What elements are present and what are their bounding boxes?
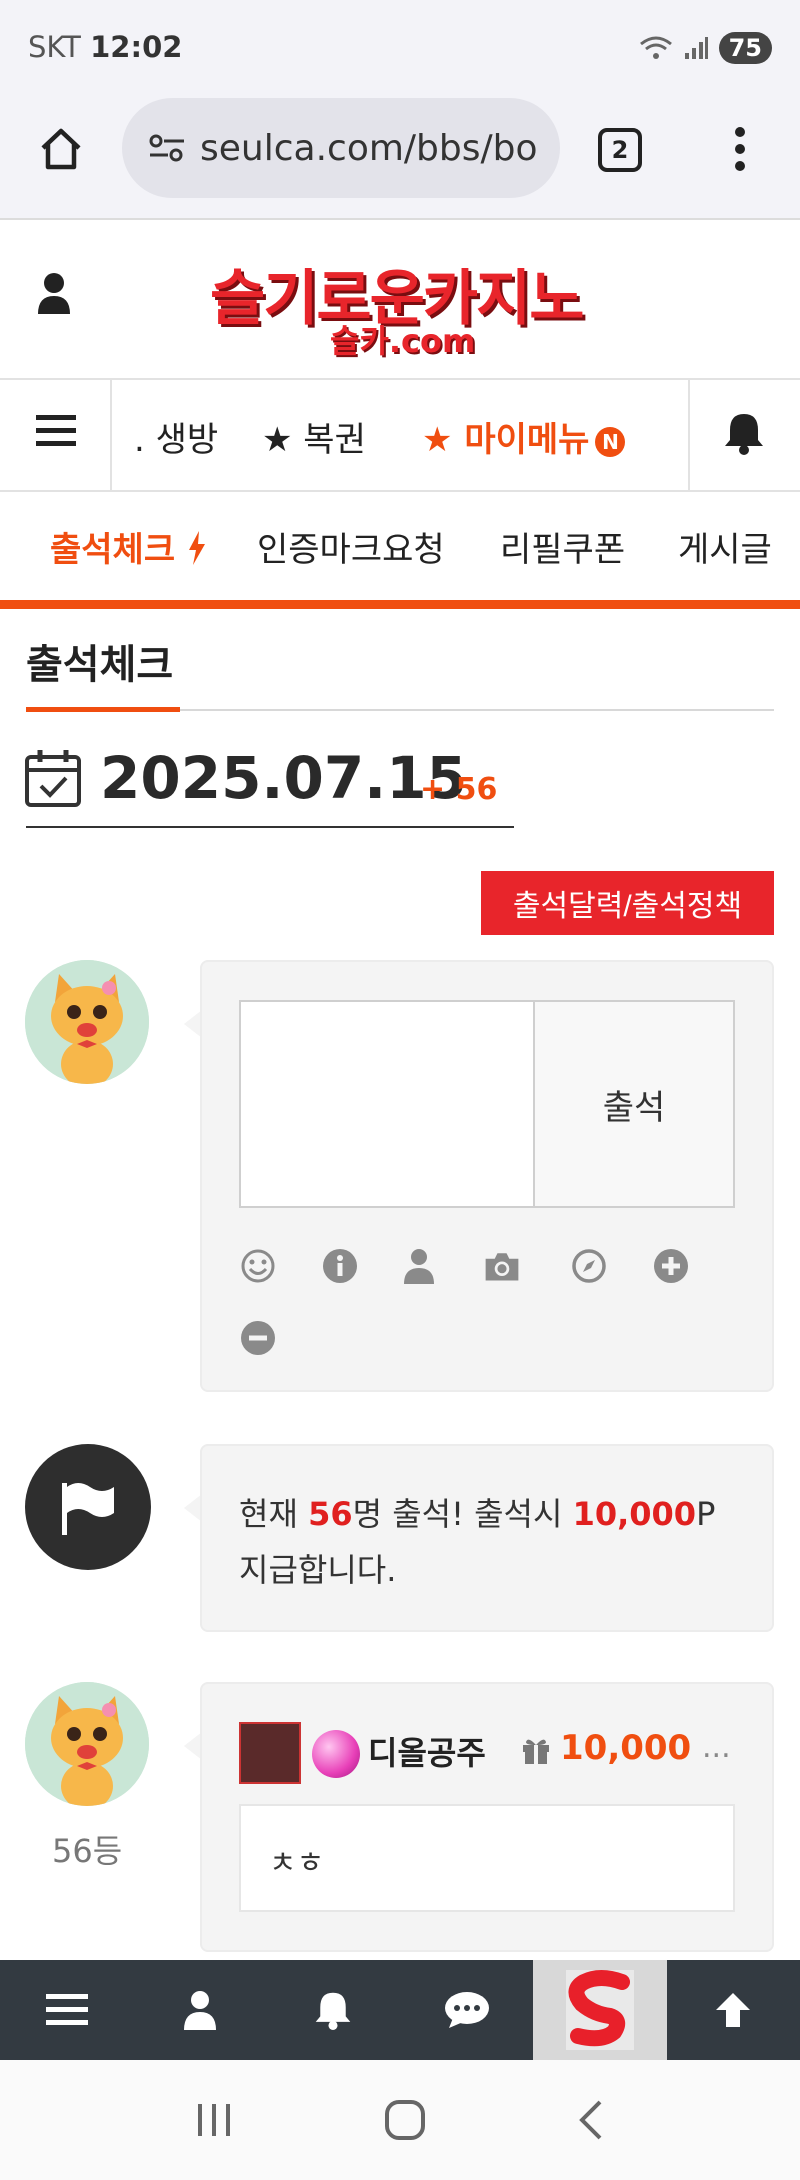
cat-avatar-icon: [25, 960, 149, 1084]
bottom-menu-button[interactable]: [0, 1960, 133, 2060]
status-icons: 75: [639, 28, 772, 68]
nav-item-mymenu[interactable]: ★ 마이메뉴 N: [422, 412, 626, 461]
tab-switcher-button[interactable]: 2: [598, 128, 642, 172]
flag-icon: [62, 1483, 114, 1535]
tabs-accent-line: [0, 600, 800, 609]
tab-attendance[interactable]: 출석체크: [50, 522, 207, 571]
cat-avatar-icon: [25, 1682, 149, 1806]
main-nav: [0, 378, 800, 492]
bottom-notifications-button[interactable]: [267, 1960, 400, 2060]
attendance-date: 2025.07.15: [100, 744, 467, 812]
site-settings-icon[interactable]: [148, 133, 186, 163]
nickname[interactable]: 디올공주: [368, 1728, 486, 1774]
attendance-notice: 현재 56명 출석! 출석시 10,000P 지급합니다.: [239, 1495, 716, 1589]
divider: [110, 380, 112, 490]
signal-icon: [684, 37, 708, 59]
address-bar[interactable]: seulca.com/bbs/bo: [122, 98, 560, 198]
site-logo-sub: 슬카.com: [330, 322, 476, 360]
emoji-icon[interactable]: [238, 1246, 278, 1286]
bottom-logo-button[interactable]: [533, 1960, 667, 2060]
browser-menu-icon[interactable]: [732, 124, 748, 174]
more-options-button[interactable]: ...: [702, 1730, 731, 1765]
tab-posts[interactable]: 게시글: [678, 522, 772, 571]
user-icon: [183, 1991, 216, 2030]
bottom-nav: [0, 1960, 800, 2060]
nav-item-live[interactable]: . 생방: [134, 412, 218, 461]
user-icon[interactable]: [399, 1246, 439, 1286]
gift-icon: [523, 1739, 549, 1764]
arrow-up-icon: [716, 1993, 751, 2027]
new-badge: N: [595, 426, 626, 457]
s-logo-icon: [565, 1970, 634, 2050]
avatar: [25, 1682, 149, 1806]
user-icon[interactable]: [36, 272, 72, 314]
attendance-policy-button[interactable]: 출석달력/출석정책: [481, 871, 774, 935]
avatar: [25, 960, 149, 1084]
title-accent: [26, 707, 180, 712]
tab-refill-coupon[interactable]: 리필쿠폰: [500, 522, 625, 571]
status-carrier: SKT 12:02: [28, 30, 183, 64]
recent-apps-icon[interactable]: [194, 2100, 234, 2140]
url-text: seulca.com/bbs/bo: [200, 127, 538, 169]
system-nav: [0, 2060, 800, 2180]
entry-comment: ㅊㅎ: [239, 1804, 735, 1912]
info-icon[interactable]: [320, 1246, 360, 1286]
back-icon[interactable]: [576, 2098, 606, 2142]
plus-circle-icon[interactable]: [651, 1246, 691, 1286]
battery-indicator: 75: [718, 32, 772, 64]
bottom-chat-button[interactable]: [400, 1960, 533, 2060]
hamburger-menu-icon: [45, 1994, 88, 2025]
wifi-icon: [639, 36, 672, 59]
calendar-check-icon: [25, 750, 81, 807]
home-icon[interactable]: [38, 126, 84, 172]
divider: [688, 380, 690, 490]
level-gem-icon: [312, 1730, 360, 1778]
attendance-count-delta: + 56: [420, 772, 498, 807]
entry-points: 10,000: [560, 1728, 692, 1768]
scroll-top-button[interactable]: [667, 1960, 800, 2060]
notice-avatar: [25, 1444, 151, 1570]
lightning-icon: [188, 531, 205, 565]
rank-label: 56등: [52, 1832, 123, 1870]
chat-icon: [444, 1992, 489, 2028]
status-time: 12:02: [90, 30, 183, 64]
camera-icon[interactable]: [482, 1246, 522, 1286]
bell-icon[interactable]: [722, 410, 766, 456]
tab-cert-mark[interactable]: 인증마크요청: [257, 522, 445, 571]
divider: [26, 826, 514, 828]
compass-icon[interactable]: [569, 1246, 609, 1286]
bell-icon: [316, 1992, 351, 2030]
user-profile-image[interactable]: [239, 1722, 301, 1784]
attend-submit-button[interactable]: 출석: [533, 1000, 735, 1208]
bottom-profile-button[interactable]: [133, 1960, 266, 2060]
nav-item-lottery[interactable]: ★ 복권: [262, 412, 366, 461]
home-nav-icon[interactable]: [383, 2098, 427, 2142]
minus-circle-icon[interactable]: [238, 1318, 278, 1358]
attendance-comment-input[interactable]: [239, 1000, 535, 1208]
page-title: 출석체크: [26, 642, 174, 688]
hamburger-menu-icon[interactable]: [36, 413, 76, 449]
